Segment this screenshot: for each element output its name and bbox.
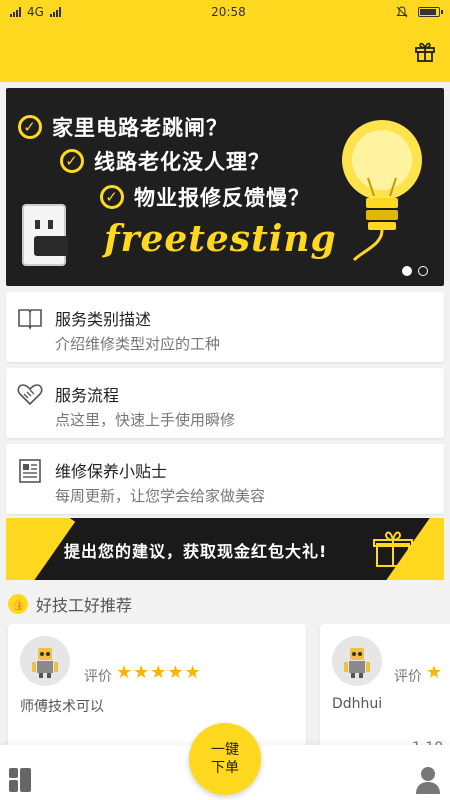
menu-item-service-categories[interactable]: 服务类别描述 介绍维修类型对应的工种 <box>6 292 444 362</box>
promo-text: 提出您的建议，获取现金红包大礼! <box>64 542 328 561</box>
document-icon <box>19 459 41 483</box>
star-rating: ★ <box>426 662 444 683</box>
heart-handshake-icon <box>17 384 43 406</box>
book-icon <box>18 309 42 330</box>
menu-subtitle: 介绍维修类型对应的工种 <box>55 335 221 353</box>
grid-icon <box>9 768 31 792</box>
feedback-promo-banner[interactable]: 提出您的建议，获取现金红包大礼! <box>6 518 444 580</box>
check-icon: ✓ <box>100 185 124 209</box>
check-icon: ✓ <box>60 149 84 173</box>
pager-dot-active[interactable] <box>402 266 412 276</box>
recommend-title: 好技工好推荐 <box>36 596 133 615</box>
menu-title: 服务流程 <box>55 386 120 405</box>
home-tab[interactable] <box>8 767 32 795</box>
order-label-line2: 下单 <box>211 760 239 776</box>
menu-subtitle: 点这里，快速上手使用瞬修 <box>55 411 236 429</box>
promo-banner[interactable]: ✓ 家里电路老跳闸？ ✓ 线路老化没人理？ ✓ 物业报修反馈慢？ freetes… <box>6 88 444 286</box>
clock: 20:58 <box>211 5 246 19</box>
order-label-line1: 一键 <box>211 742 239 758</box>
menu-title: 服务类别描述 <box>55 310 152 329</box>
worker-avatar <box>332 636 382 686</box>
pager-dot[interactable] <box>418 266 428 276</box>
banner-question-text: 物业报修反馈慢？ <box>134 186 310 210</box>
one-click-order-button[interactable]: 一键 下单 <box>189 723 261 795</box>
profile-tab[interactable] <box>414 765 442 795</box>
robot-avatar-icon <box>32 648 58 678</box>
banner-question-1: ✓ 家里电路老跳闸？ <box>18 112 228 142</box>
banner-question-3: ✓ 物业报修反馈慢？ <box>100 182 310 212</box>
gift-button[interactable] <box>412 38 438 64</box>
menu-item-service-process[interactable]: 服务流程 点这里，快速上手使用瞬修 <box>6 368 444 438</box>
thumbs-up-icon: 👍 <box>8 594 28 614</box>
banner-question-2: ✓ 线路老化没人理？ <box>60 146 270 176</box>
signal-icon <box>10 7 21 17</box>
recommend-header: 👍 好技工好推荐 <box>8 592 132 616</box>
robot-avatar-icon <box>344 648 370 678</box>
menu-title: 维修保养小贴士 <box>55 462 168 481</box>
banner-slogan: freetesting <box>104 218 337 260</box>
signal-indicators: 4G <box>10 5 61 19</box>
gift-box-icon <box>373 531 413 567</box>
banner-question-text: 家里电路老跳闸？ <box>52 116 228 140</box>
light-bulb-icon <box>342 120 422 262</box>
rating-label: 评价 <box>84 669 112 685</box>
worker-review: 师傅技术可以 <box>20 699 104 715</box>
star-rating: ★★★★★ <box>116 662 202 683</box>
app-header <box>0 24 450 82</box>
power-outlet-graphic <box>22 204 66 266</box>
menu-item-maintenance-tips[interactable]: 维修保养小贴士 每周更新，让您学会给家做美容 <box>6 444 444 514</box>
menu-subtitle: 每周更新，让您学会给家做美容 <box>55 487 266 505</box>
banner-question-text: 线路老化没人理？ <box>94 150 270 174</box>
bell-off-icon <box>396 6 408 18</box>
user-icon <box>416 767 440 794</box>
gift-icon <box>415 42 435 62</box>
battery-icon <box>418 7 443 17</box>
signal-icon-2 <box>49 7 61 17</box>
network-type: 4G <box>27 5 44 19</box>
plug-graphic <box>34 236 68 256</box>
check-icon: ✓ <box>18 115 42 139</box>
worker-avatar <box>20 636 70 686</box>
worker-review: Ddhhui <box>332 696 383 712</box>
status-bar: 4G 20:58 <box>0 0 450 24</box>
banner-pager[interactable] <box>402 266 428 276</box>
rating-label: 评价 <box>394 669 422 685</box>
